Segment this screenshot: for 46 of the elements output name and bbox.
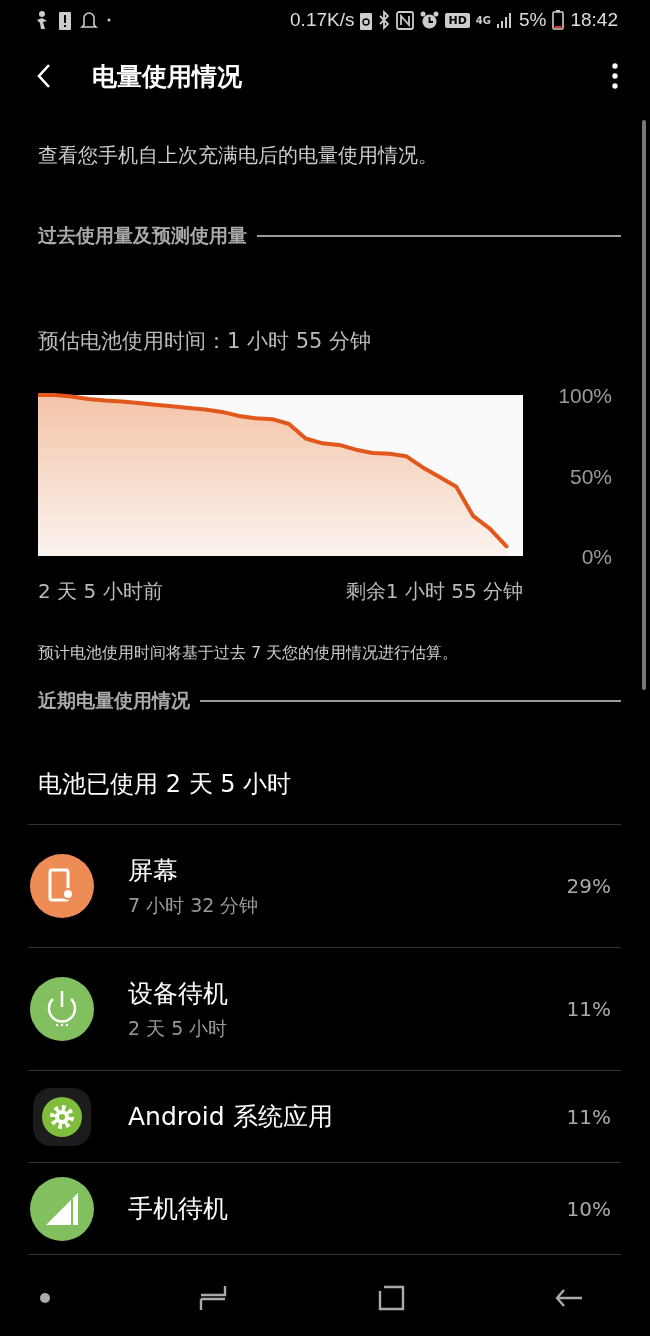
usage-percent: 10% xyxy=(566,1196,611,1221)
clock-time: 18:42 xyxy=(570,9,618,31)
usage-row[interactable]: 设备待机 2 天 5 小时 11% xyxy=(28,948,621,1071)
bluetooth-icon xyxy=(378,10,391,30)
estimate-text: 预估电池使用时间：1 小时 55 分钟 xyxy=(38,328,373,355)
section-heading: 过去使用量及预测使用量 xyxy=(38,223,247,248)
dot-icon xyxy=(40,1293,50,1303)
chevron-left-icon xyxy=(36,63,52,89)
y-tick-label: 50% xyxy=(569,464,612,488)
bell-icon xyxy=(80,10,98,30)
alarm-clock-icon xyxy=(420,10,440,30)
network-speed: 0.17K/s xyxy=(290,9,355,31)
usage-duration: 7 小时 32 分钟 xyxy=(128,892,260,918)
section-heading: 近期电量使用情况 xyxy=(38,688,190,713)
usage-name: 手机待机 xyxy=(128,1193,229,1225)
y-tick-label: 0% xyxy=(581,545,612,568)
phone-brightness-icon xyxy=(30,854,94,918)
dot-icon xyxy=(107,18,111,22)
usage-row[interactable]: Android 系统应用 11% xyxy=(28,1071,621,1163)
usage-summary: 电池已使用 2 天 5 小时 xyxy=(38,769,293,800)
power-icon xyxy=(30,977,94,1041)
hd-badge: HD xyxy=(445,12,470,28)
start-time-label: 2 天 5 小时前 xyxy=(38,578,163,605)
signal-icon xyxy=(30,1176,94,1241)
usage-name: 屏幕 xyxy=(128,854,179,887)
battery-alert-icon xyxy=(59,10,71,30)
usage-percent: 11% xyxy=(566,997,611,1021)
battery-percent: 5% xyxy=(519,9,547,31)
usage-name: 设备待机 xyxy=(128,977,229,1010)
usage-duration: 2 天 5 小时 xyxy=(128,1015,229,1041)
usage-row[interactable]: 屏幕 7 小时 32 分钟 29% xyxy=(28,825,621,948)
usage-row[interactable]: 手机待机 10% xyxy=(28,1163,621,1255)
usage-percent: 29% xyxy=(566,874,611,898)
more-options-icon xyxy=(612,63,618,89)
remaining-time-label: 剩余1 小时 55 分钟 xyxy=(345,578,523,605)
nfc-icon xyxy=(396,10,415,30)
network-type: 4G xyxy=(475,14,491,26)
usage-name: Android 系统应用 xyxy=(128,1101,334,1133)
note-text: 预计电池使用时间将基于过去 7 天您的使用情况进行估算。 xyxy=(38,643,460,664)
description-text: 查看您手机自上次充满电后的电量使用情况。 xyxy=(38,142,439,169)
recent-apps-icon xyxy=(199,1284,228,1312)
usage-percent: 11% xyxy=(566,1104,611,1129)
battery-icon xyxy=(552,10,565,30)
signal-icon xyxy=(497,12,513,28)
y-tick-label: 100% xyxy=(558,384,612,407)
page-title: 电量使用情况 xyxy=(92,60,243,93)
